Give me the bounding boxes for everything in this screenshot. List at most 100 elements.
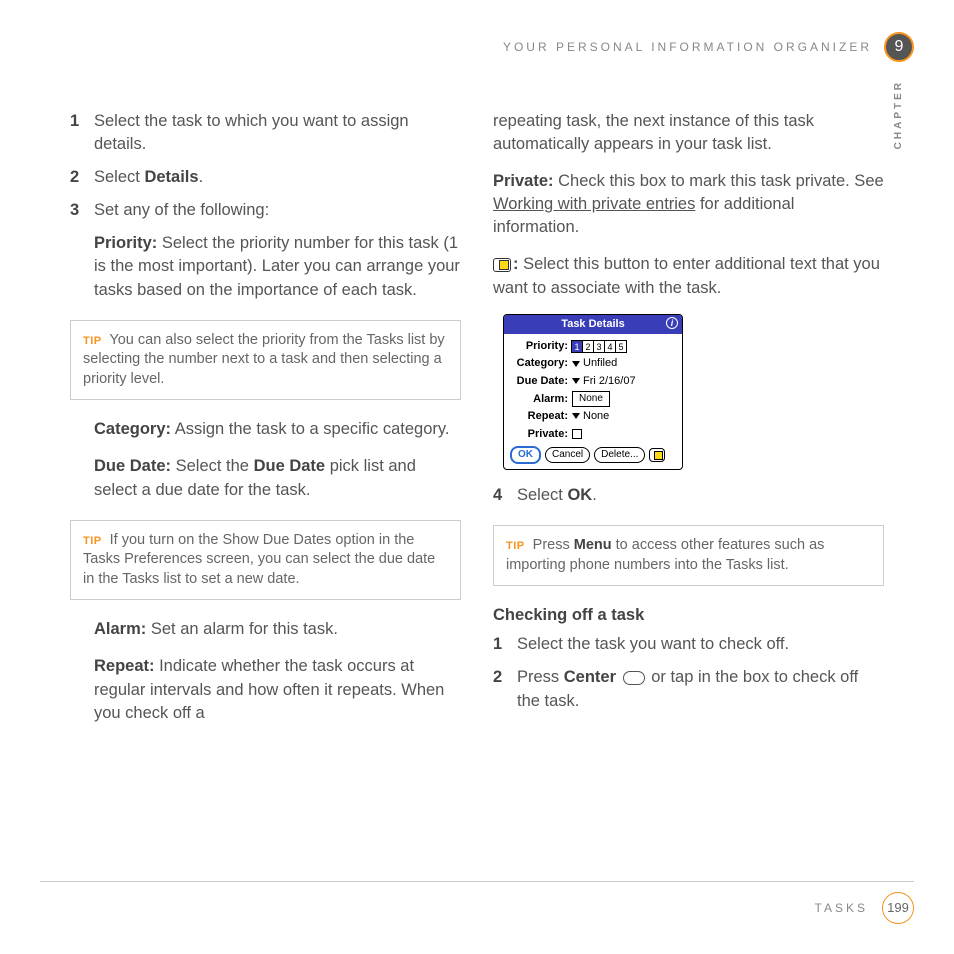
bold-text: Center: [564, 668, 616, 686]
dropdown[interactable]: Unfiled: [572, 356, 617, 371]
center-button-icon: [623, 671, 645, 685]
alarm-paragraph: Alarm: Set an alarm for this task.: [94, 618, 461, 641]
note-paragraph: : Select this button to enter additional…: [493, 253, 884, 299]
tip-text: If you turn on the Show Due Dates option…: [83, 532, 435, 587]
check-step-1: 1 Select the task you want to check off.: [493, 633, 884, 656]
bold-text: Details: [144, 168, 198, 186]
priority-paragraph: Priority: Select the priority number for…: [94, 232, 461, 301]
step-number: 4: [493, 484, 517, 507]
chevron-down-icon: [572, 378, 580, 384]
step-4: 4 Select OK.: [493, 484, 884, 507]
field-label: Alarm:: [94, 620, 146, 638]
chevron-down-icon: [572, 413, 580, 419]
tip-text: You can also select the priority from th…: [83, 332, 445, 387]
value: Fri 2/16/07: [583, 375, 636, 387]
check-step-2: 2 Press Center or tap in the box to chec…: [493, 666, 884, 712]
text: Press: [529, 537, 574, 553]
info-icon[interactable]: i: [666, 317, 678, 329]
private-row: Private:: [510, 427, 676, 442]
value: None: [583, 410, 609, 422]
duedate-row: Due Date: Fri 2/16/07: [510, 374, 676, 389]
private-paragraph: Private: Check this box to mark this tas…: [493, 170, 884, 239]
priority-option[interactable]: 5: [615, 340, 627, 353]
footer-rule: [40, 881, 914, 882]
alarm-value[interactable]: None: [572, 391, 610, 407]
text: .: [199, 168, 204, 186]
label: Priority:: [510, 339, 568, 354]
priority-row: Priority: 1 2 3 4 5: [510, 339, 676, 354]
label: Private:: [510, 427, 568, 442]
bold-text: Menu: [574, 537, 612, 553]
text: Press: [517, 668, 564, 686]
value: Unfiled: [583, 357, 617, 369]
tip-label: TIP: [506, 540, 525, 552]
category-paragraph: Category: Assign the task to a specific …: [94, 418, 461, 441]
tip-label: TIP: [83, 535, 102, 547]
private-checkbox[interactable]: [572, 429, 582, 439]
alarm-row: Alarm: None: [510, 391, 676, 407]
step-text: Press Center or tap in the box to check …: [517, 666, 884, 712]
text: Set an alarm for this task.: [146, 620, 338, 638]
tip-box: TIP You can also select the priority fro…: [70, 320, 461, 401]
field-label: Due Date:: [94, 457, 171, 475]
step-text: Select Details.: [94, 166, 461, 189]
step-number: 3: [70, 199, 94, 222]
page-number-badge: 199: [882, 892, 914, 924]
step-number: 2: [493, 666, 517, 712]
running-title: YOUR PERSONAL INFORMATION ORGANIZER: [503, 39, 872, 56]
delete-button[interactable]: Delete...: [594, 447, 645, 463]
tip-box: TIP Press Menu to access other features …: [493, 525, 884, 586]
chevron-down-icon: [572, 361, 580, 367]
dropdown[interactable]: Fri 2/16/07: [572, 374, 636, 389]
tip-label: TIP: [83, 335, 102, 347]
field-label: Priority:: [94, 234, 157, 252]
repeat-continuation: repeating task, the next instance of thi…: [493, 110, 884, 156]
step-number: 1: [493, 633, 517, 656]
category-row: Category: Unfiled: [510, 356, 676, 371]
note-icon: [493, 258, 511, 272]
tip-box: TIP If you turn on the Show Due Dates op…: [70, 520, 461, 601]
priority-selector[interactable]: 1 2 3 4 5: [572, 340, 627, 353]
note-button[interactable]: [649, 448, 665, 462]
text: Select the: [171, 457, 254, 475]
step-text: Set any of the following:: [94, 199, 461, 222]
page-content: 1 Select the task to which you want to a…: [0, 0, 954, 739]
step-text: Select the task to which you want to ass…: [94, 110, 461, 156]
label: Repeat:: [510, 409, 568, 424]
field-label: Repeat:: [94, 657, 155, 675]
duedate-paragraph: Due Date: Select the Due Date pick list …: [94, 455, 461, 501]
dialog-body: Priority: 1 2 3 4 5 Category: Unfiled Du…: [504, 334, 682, 469]
dialog-titlebar: Task Details i: [504, 315, 682, 334]
text: Select: [94, 168, 144, 186]
section-heading: Checking off a task: [493, 604, 884, 627]
label: Due Date:: [510, 374, 568, 389]
ok-button[interactable]: OK: [510, 446, 541, 464]
cancel-button[interactable]: Cancel: [545, 447, 590, 463]
repeat-row: Repeat: None: [510, 409, 676, 424]
left-column: 1 Select the task to which you want to a…: [70, 110, 461, 739]
chapter-number-badge: 9: [884, 32, 914, 62]
step-3: 3 Set any of the following:: [70, 199, 461, 222]
dropdown[interactable]: None: [572, 409, 609, 424]
text: Check this box to mark this task private…: [554, 172, 884, 190]
right-column: repeating task, the next instance of thi…: [493, 110, 884, 739]
field-label: Private:: [493, 172, 554, 190]
text: Assign the task to a specific category.: [171, 420, 450, 438]
step-text: Select the task you want to check off.: [517, 633, 884, 656]
chapter-label: CHAPTER: [892, 80, 906, 149]
label: Alarm:: [510, 392, 568, 407]
text: .: [592, 486, 597, 504]
task-details-dialog: Task Details i Priority: 1 2 3 4 5 Categ…: [503, 314, 683, 470]
step-text: Select OK.: [517, 484, 884, 507]
step-number: 1: [70, 110, 94, 156]
step-1: 1 Select the task to which you want to a…: [70, 110, 461, 156]
bold-text: Due Date: [254, 457, 326, 475]
dialog-title-text: Task Details: [561, 318, 624, 330]
footer-section-label: TASKS: [815, 900, 868, 917]
cross-reference-link[interactable]: Working with private entries: [493, 195, 695, 213]
text: Select: [517, 486, 567, 504]
text: Select this button to enter additional t…: [493, 255, 880, 296]
bold-text: OK: [567, 486, 592, 504]
step-number: 2: [70, 166, 94, 189]
page-header: YOUR PERSONAL INFORMATION ORGANIZER 9: [503, 32, 914, 62]
